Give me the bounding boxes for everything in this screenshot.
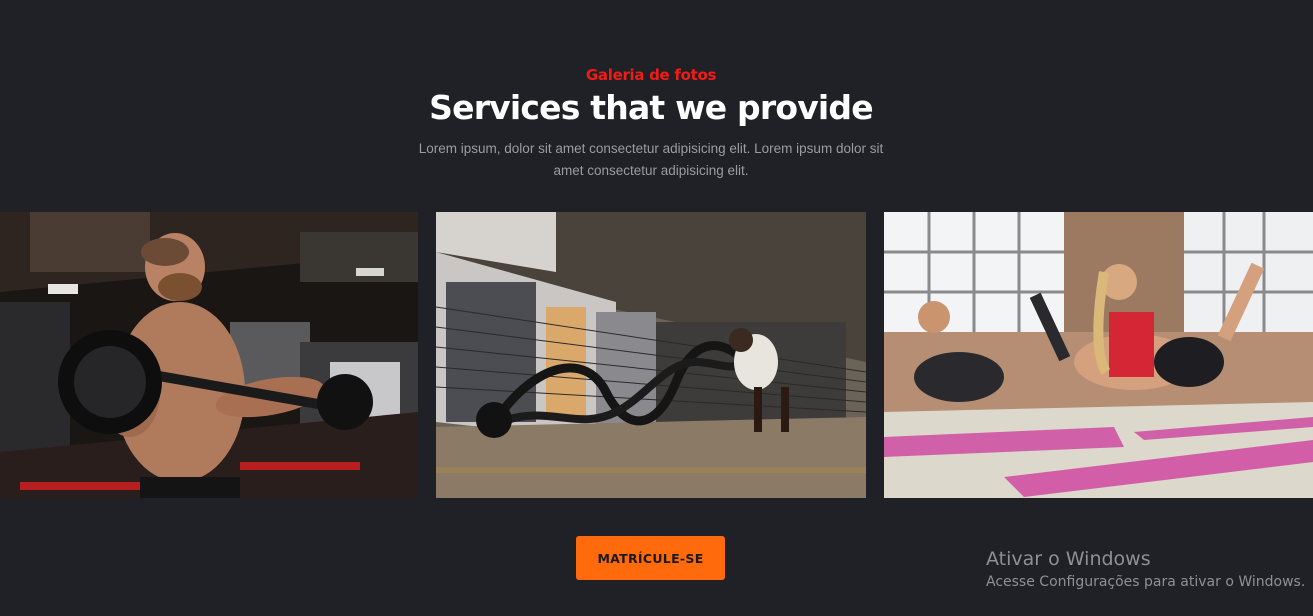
gallery-photo-battle-ropes[interactable] xyxy=(436,212,866,498)
gallery-photo-gym-barbell[interactable] xyxy=(0,212,418,498)
section-eyebrow: Galeria de fotos xyxy=(585,66,717,84)
section-subtitle-wrap: Lorem ipsum, dolor sit amet consectetur … xyxy=(0,138,1302,182)
services-section: Galeria de fotos Services that we provid… xyxy=(0,0,1313,616)
windows-activation-watermark: Ativar o Windows Acesse Configurações pa… xyxy=(986,548,1305,590)
watermark-title: Ativar o Windows xyxy=(986,548,1151,570)
section-subtitle: Lorem ipsum, dolor sit amet consectetur … xyxy=(418,141,884,178)
watermark-subtitle: Acesse Configurações para ativar o Windo… xyxy=(986,574,1306,590)
photo-gallery xyxy=(0,212,1313,498)
section-title: Services that we provide xyxy=(429,88,873,127)
enroll-button[interactable]: MATRÍCULE-SE xyxy=(576,536,725,580)
gallery-photo-yoga-mats[interactable] xyxy=(884,212,1313,498)
